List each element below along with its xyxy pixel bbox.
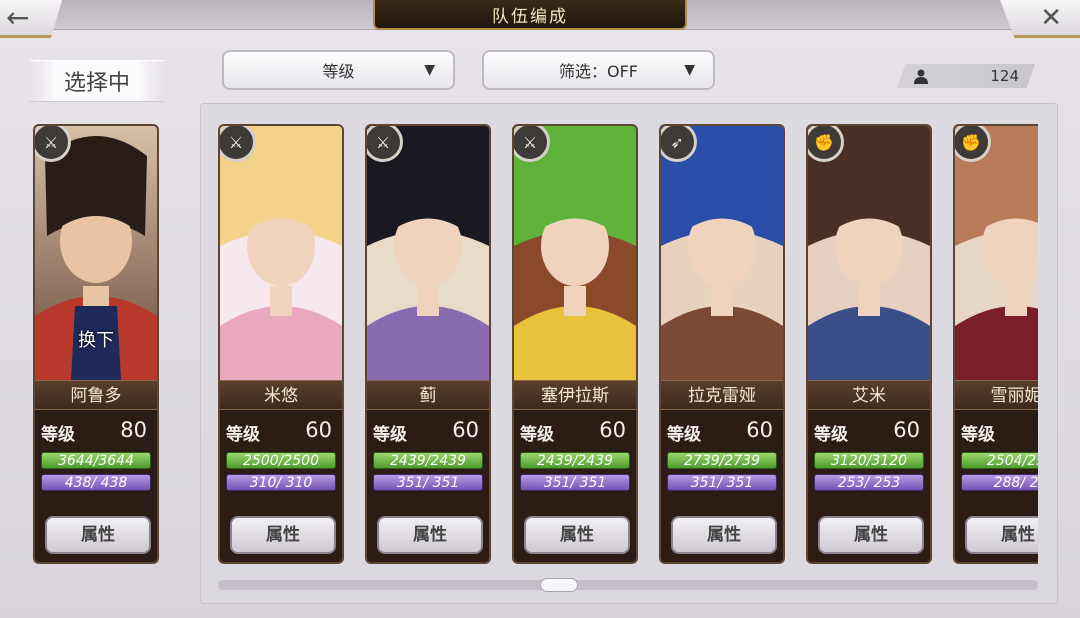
level-value: 60 <box>599 418 626 442</box>
chevron-down-icon: ▼ <box>424 62 435 78</box>
close-button[interactable]: ✕ <box>1000 0 1080 38</box>
attributes-button[interactable]: 属性 <box>671 516 777 554</box>
mp-bar: 351/ 351 <box>667 474 777 491</box>
unit-name: 拉克雷娅 <box>661 380 783 410</box>
mp-bar: 253/ 253 <box>814 474 924 491</box>
unit-name: 塞伊拉斯 <box>514 380 636 410</box>
mp-bar: 288/ 2 <box>961 474 1038 491</box>
unit-name: 阿鲁多 <box>35 380 157 410</box>
level-value: 60 <box>893 418 920 442</box>
unit-name: 艾米 <box>808 380 930 410</box>
sort-dropdown-value: 等级 <box>322 62 355 81</box>
level-value: 60 <box>746 418 773 442</box>
level-label: 等级 <box>814 425 848 445</box>
unit-card[interactable]: ⚔ 蓟等级 60 2439/2439 351/ 351 属性 <box>365 124 491 564</box>
level-label: 等级 <box>520 425 554 445</box>
attributes-button[interactable]: 属性 <box>45 516 151 554</box>
chevron-down-icon: ▼ <box>684 62 695 78</box>
selecting-label: 选择中 <box>30 60 164 102</box>
unit-name: 雪丽妮 <box>955 380 1038 410</box>
hp-bar: 2739/2739 <box>667 452 777 469</box>
mp-bar: 351/ 351 <box>520 474 630 491</box>
back-arrow-icon: ← <box>6 1 30 34</box>
hp-bar: 2504/25 <box>961 452 1038 469</box>
level-label: 等级 <box>226 425 260 445</box>
level-label: 等级 <box>373 425 407 445</box>
level-label: 等级 <box>961 425 995 445</box>
person-icon <box>914 69 928 84</box>
level-value: 60 <box>452 418 479 442</box>
hp-bar: 2500/2500 <box>226 452 336 469</box>
selected-unit-card[interactable]: ⚔ 换下 阿鲁多 等级 80 3644/3644 438/ 438 属性 <box>33 124 159 564</box>
level-value: 80 <box>120 418 147 442</box>
attributes-button[interactable]: 属性 <box>377 516 483 554</box>
hp-bar: 3644/3644 <box>41 452 151 469</box>
unit-portrait <box>514 126 636 380</box>
unit-name: 蓟 <box>367 380 489 410</box>
unit-portrait <box>367 126 489 380</box>
unit-name: 米悠 <box>220 380 342 410</box>
hp-bar: 2439/2439 <box>373 452 483 469</box>
close-icon: ✕ <box>1040 2 1062 33</box>
hp-bar: 2439/2439 <box>520 452 630 469</box>
scrollbar-thumb[interactable] <box>540 578 578 592</box>
unit-card[interactable]: ✊雪丽妮等级602504/25288/ 2属性 <box>953 124 1038 564</box>
attributes-button[interactable]: 属性 <box>524 516 630 554</box>
unit-card[interactable]: ➶ 拉克雷娅 等级 60 2739/2739 351/ 351 属性 <box>659 124 785 564</box>
unit-card-list: ⚔ 米悠 等级 60 2500/2500 310/ 310 属性 ⚔ 蓟等级 60 2439/243… <box>218 118 1038 568</box>
mp-bar: 351/ 351 <box>373 474 483 491</box>
attributes-button[interactable]: 属性 <box>230 516 336 554</box>
level-label: 等级 <box>667 425 701 445</box>
mp-bar: 310/ 310 <box>226 474 336 491</box>
filter-dropdown-value: 筛选：OFF <box>558 62 638 81</box>
unit-card[interactable]: ✊ 艾米 等级 60 3120/3120 253/ 253 属性 <box>806 124 932 564</box>
page-title: 队伍编成 <box>373 0 687 30</box>
back-button[interactable]: ← <box>0 0 62 38</box>
unit-portrait <box>808 126 930 380</box>
unit-count-value: 124 <box>990 67 1019 85</box>
unit-count: 124 <box>897 64 1035 88</box>
unit-portrait <box>661 126 783 380</box>
sort-dropdown[interactable]: 等级 ▼ <box>222 50 455 90</box>
filter-dropdown[interactable]: 筛选：OFF ▼ <box>482 50 715 90</box>
horizontal-scrollbar[interactable] <box>218 580 1038 590</box>
unit-portrait <box>220 126 342 380</box>
swap-out-label: 换下 <box>78 330 114 351</box>
unit-card[interactable]: ⚔ 米悠 等级 60 2500/2500 310/ 310 属性 <box>218 124 344 564</box>
mp-bar: 438/ 438 <box>41 474 151 491</box>
attributes-button[interactable]: 属性 <box>965 516 1038 554</box>
unit-portrait <box>955 126 1038 380</box>
level-value: 60 <box>305 418 332 442</box>
attributes-button[interactable]: 属性 <box>818 516 924 554</box>
hp-bar: 3120/3120 <box>814 452 924 469</box>
unit-card[interactable]: ⚔ 塞伊拉斯 等级 60 2439/2439 351/ 351 属性 <box>512 124 638 564</box>
level-label: 等级 <box>41 425 75 445</box>
